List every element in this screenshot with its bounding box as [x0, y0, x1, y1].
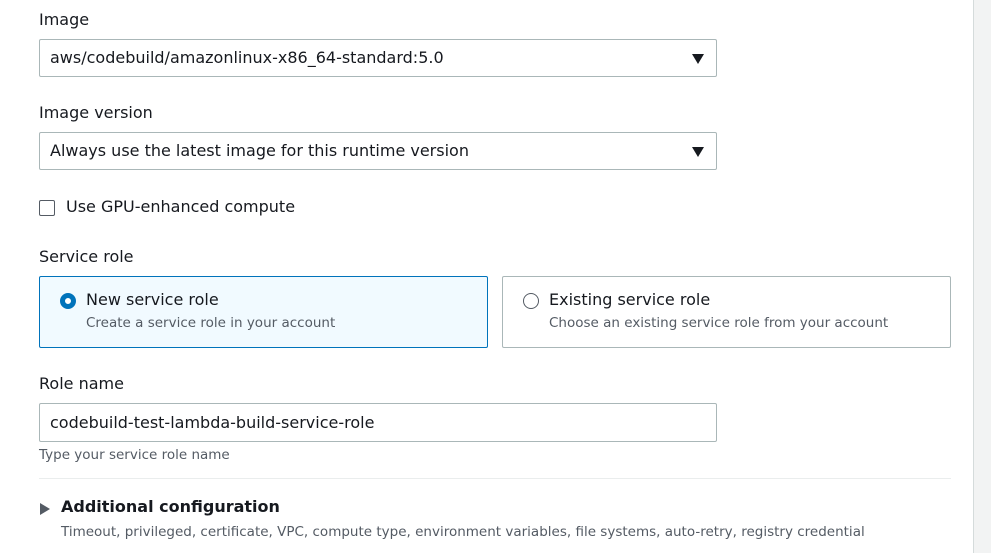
environment-form-panel: Image aws/codebuild/amazonlinux-x86_64-s…: [0, 0, 974, 553]
existing-service-role-title: Existing service role: [549, 290, 711, 309]
caret-right-icon: [40, 503, 50, 515]
new-service-role-title: New service role: [86, 290, 219, 309]
role-name-input[interactable]: [39, 403, 717, 442]
image-label: Image: [39, 10, 90, 29]
image-select-value: aws/codebuild/amazonlinux-x86_64-standar…: [50, 48, 444, 67]
existing-service-role-tile[interactable]: Existing service role Choose an existing…: [502, 276, 951, 348]
gpu-checkbox[interactable]: [39, 200, 55, 216]
image-version-select-value: Always use the latest image for this run…: [50, 141, 469, 160]
additional-configuration-title: Additional configuration: [61, 497, 280, 516]
role-name-label: Role name: [39, 374, 124, 393]
section-divider: [39, 478, 951, 479]
service-role-label: Service role: [39, 247, 134, 266]
caret-down-icon: [692, 54, 704, 64]
image-version-label: Image version: [39, 103, 153, 122]
caret-down-icon: [692, 147, 704, 157]
new-service-role-radio[interactable]: [60, 293, 76, 309]
new-service-role-description: Create a service role in your account: [86, 315, 336, 331]
new-service-role-tile[interactable]: New service role Create a service role i…: [39, 276, 488, 348]
existing-service-role-description: Choose an existing service role from you…: [549, 315, 889, 331]
image-version-select[interactable]: Always use the latest image for this run…: [39, 132, 717, 170]
gpu-checkbox-label: Use GPU-enhanced compute: [66, 197, 296, 216]
image-select[interactable]: aws/codebuild/amazonlinux-x86_64-standar…: [39, 39, 717, 77]
role-name-hint: Type your service role name: [39, 447, 230, 463]
existing-service-role-radio[interactable]: [523, 293, 539, 309]
additional-configuration-description: Timeout, privileged, certificate, VPC, c…: [61, 524, 865, 540]
